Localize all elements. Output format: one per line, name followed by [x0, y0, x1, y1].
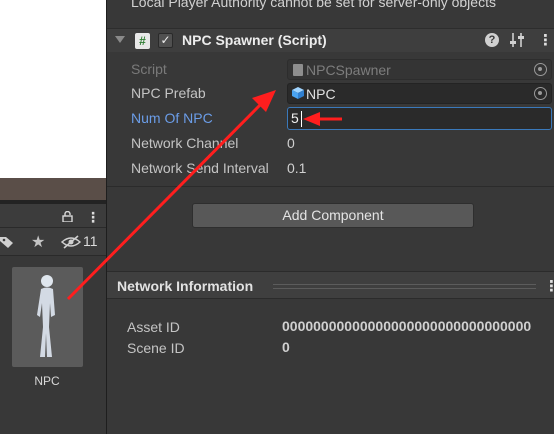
kebab-menu-icon[interactable]: ⋮: [86, 209, 100, 226]
script-field-value: NPCSpawner: [306, 62, 391, 78]
npc-prefab-asset[interactable]: [12, 267, 83, 367]
separator: [107, 186, 554, 187]
component-title: NPC Spawner (Script): [182, 32, 327, 48]
script-field[interactable]: NPCSpawner: [287, 59, 552, 80]
add-component-button[interactable]: Add Component: [192, 203, 474, 228]
asset-label: NPC: [34, 374, 60, 388]
scene-floor: [0, 178, 106, 200]
npc-prefab-label: NPC Prefab: [131, 85, 206, 101]
tag-icon[interactable]: [0, 235, 14, 249]
network-information-header[interactable]: Network Information ⋮: [107, 271, 554, 299]
project-toolbar: ★ 11: [0, 228, 106, 256]
humanoid-model-icon: [37, 275, 55, 357]
scene-id-value: 0: [282, 339, 290, 355]
project-panel-header: ⋮: [0, 204, 106, 228]
npc-prefab-field[interactable]: NPC: [287, 83, 552, 104]
inspector-panel: Local Player Authority cannot be set for…: [107, 0, 554, 434]
network-send-interval-label: Network Send Interval: [131, 160, 269, 176]
num-of-npc-label: Num Of NPC: [131, 110, 213, 126]
asset-id-value: 00000000000000000000000000000000: [282, 318, 532, 334]
num-of-npc-value: 5: [291, 110, 299, 126]
kebab-menu-icon[interactable]: ⋮: [538, 31, 553, 49]
kebab-menu-icon[interactable]: ⋮: [544, 277, 554, 295]
preset-icon[interactable]: [510, 32, 524, 48]
network-send-interval-value[interactable]: 0.1: [287, 160, 306, 176]
lock-icon[interactable]: [62, 211, 73, 222]
script-file-icon: [293, 64, 303, 76]
scene-view[interactable]: [0, 0, 106, 178]
component-header[interactable]: # ✓ NPC Spawner (Script) ? ⋮: [107, 28, 554, 52]
eye-off-icon[interactable]: [61, 235, 81, 249]
scene-id-label: Scene ID: [127, 340, 185, 356]
npc-prefab-value: NPC: [306, 86, 336, 102]
object-picker-icon[interactable]: [534, 63, 547, 76]
asset-id-label: Asset ID: [127, 319, 180, 335]
project-assets-grid: NPC: [0, 257, 106, 434]
help-icon[interactable]: ?: [485, 33, 499, 47]
warning-message: Local Player Authority cannot be set for…: [131, 0, 496, 10]
hidden-count: 11: [83, 233, 98, 249]
script-icon: #: [135, 33, 150, 49]
script-field-label: Script: [131, 61, 167, 77]
network-channel-value[interactable]: 0: [287, 135, 295, 151]
component-enabled-checkbox[interactable]: ✓: [158, 33, 173, 48]
network-information-title: Network Information: [117, 278, 254, 294]
star-icon[interactable]: ★: [31, 232, 45, 252]
num-of-npc-input[interactable]: 5: [287, 107, 552, 130]
text-caret: [301, 111, 302, 127]
foldout-icon[interactable]: [115, 36, 125, 43]
prefab-cube-icon: [292, 87, 304, 99]
network-channel-label: Network Channel: [131, 135, 239, 151]
object-picker-icon[interactable]: [534, 87, 547, 100]
drag-handle[interactable]: [273, 284, 536, 289]
